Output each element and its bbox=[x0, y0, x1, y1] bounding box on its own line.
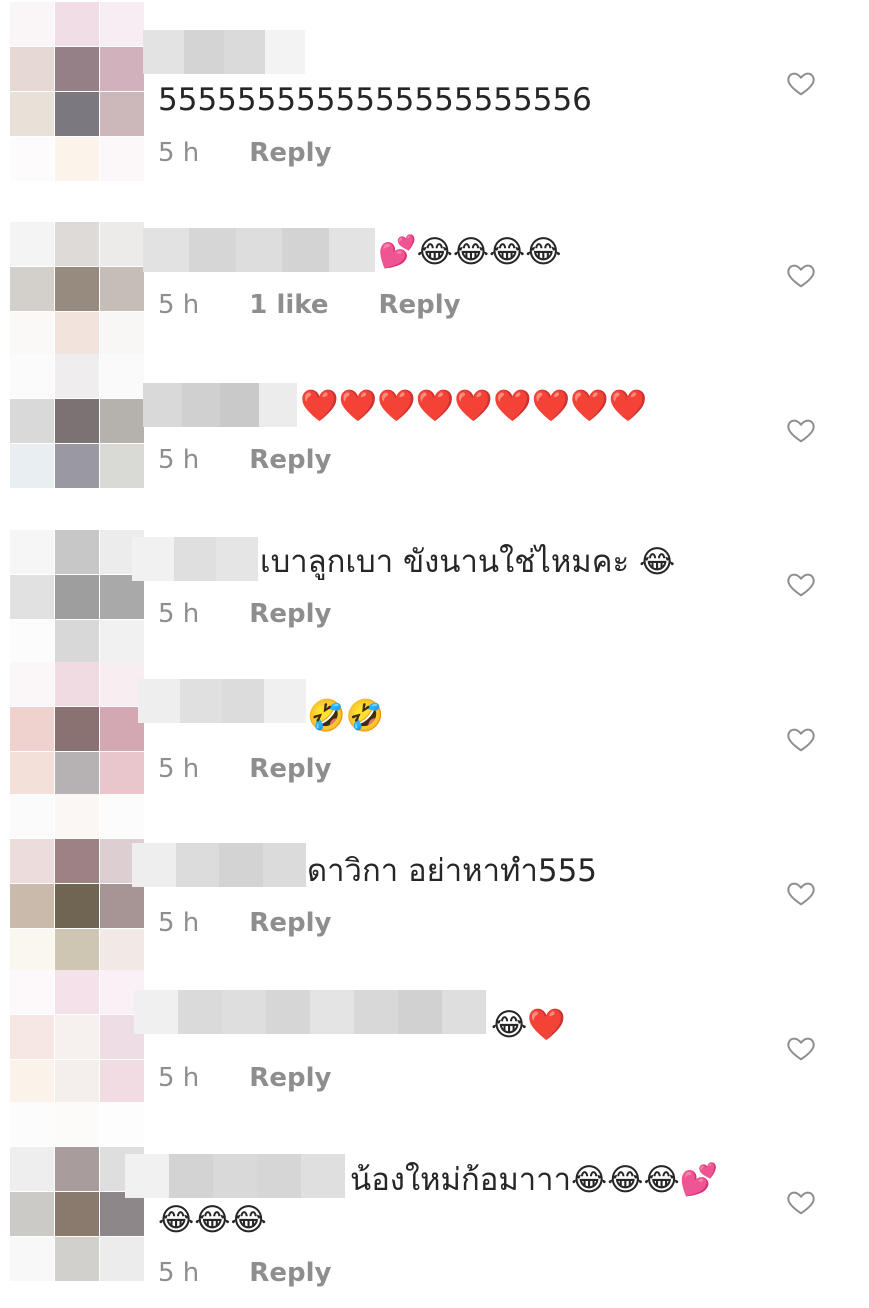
comment-time: 5 h bbox=[158, 754, 200, 784]
reply-button[interactable]: Reply bbox=[249, 908, 331, 938]
avatar[interactable] bbox=[10, 222, 144, 356]
reply-button[interactable]: Reply bbox=[379, 290, 461, 320]
username[interactable] bbox=[143, 228, 376, 272]
comment-text: เบาลูกเบา ขังนานใช่ไหมคะ 😂 bbox=[260, 544, 676, 580]
avatar[interactable] bbox=[10, 970, 144, 1104]
reply-button[interactable]: Reply bbox=[249, 1258, 331, 1288]
comment-text: ❤️❤️❤️❤️❤️❤️❤️❤️❤️ bbox=[300, 388, 648, 424]
username[interactable] bbox=[132, 537, 258, 581]
username[interactable] bbox=[143, 30, 305, 74]
comment-time: 5 h bbox=[158, 1063, 200, 1093]
avatar[interactable] bbox=[10, 794, 144, 973]
comment-text: 5555555555555555555556 bbox=[158, 82, 592, 118]
username[interactable] bbox=[134, 990, 486, 1034]
comment-text: 💕😂😂😂😂 bbox=[378, 234, 562, 270]
like-heart-icon[interactable] bbox=[786, 415, 816, 445]
like-heart-icon[interactable] bbox=[786, 569, 816, 599]
comment-time: 5 h bbox=[158, 1258, 200, 1288]
username[interactable] bbox=[143, 383, 297, 427]
comment-time: 5 h bbox=[158, 445, 200, 475]
avatar[interactable] bbox=[10, 2, 144, 181]
like-heart-icon[interactable] bbox=[786, 260, 816, 290]
comment-time: 5 h bbox=[158, 290, 200, 320]
reply-button[interactable]: Reply bbox=[249, 599, 331, 629]
username[interactable] bbox=[132, 843, 306, 887]
comment-text: 😂❤️ bbox=[491, 1007, 566, 1043]
comment-text: น้องใหม่ก้อมาาา😂😂😂💕 bbox=[350, 1162, 719, 1198]
avatar[interactable] bbox=[10, 530, 144, 664]
comment-text-line-2: 😂😂😂 bbox=[158, 1202, 267, 1238]
avatar[interactable] bbox=[10, 1102, 144, 1281]
comment-text: ดาวิกา อย่าหาทำ555 bbox=[307, 853, 598, 889]
reply-button[interactable]: Reply bbox=[249, 445, 331, 475]
likes-count[interactable]: 1 like bbox=[249, 290, 328, 320]
comment-time: 5 h bbox=[158, 138, 200, 168]
comment-text: 🤣🤣 bbox=[307, 698, 385, 734]
username[interactable] bbox=[138, 679, 306, 723]
avatar[interactable] bbox=[10, 662, 144, 796]
like-heart-icon[interactable] bbox=[786, 878, 816, 908]
reply-button[interactable]: Reply bbox=[249, 138, 331, 168]
comment-time: 5 h bbox=[158, 908, 200, 938]
like-heart-icon[interactable] bbox=[786, 724, 816, 754]
comment-time: 5 h bbox=[158, 599, 200, 629]
like-heart-icon[interactable] bbox=[786, 68, 816, 98]
avatar[interactable] bbox=[10, 354, 144, 488]
username[interactable] bbox=[125, 1154, 345, 1198]
like-heart-icon[interactable] bbox=[786, 1187, 816, 1217]
reply-button[interactable]: Reply bbox=[249, 754, 331, 784]
reply-button[interactable]: Reply bbox=[249, 1063, 331, 1093]
like-heart-icon[interactable] bbox=[786, 1033, 816, 1063]
